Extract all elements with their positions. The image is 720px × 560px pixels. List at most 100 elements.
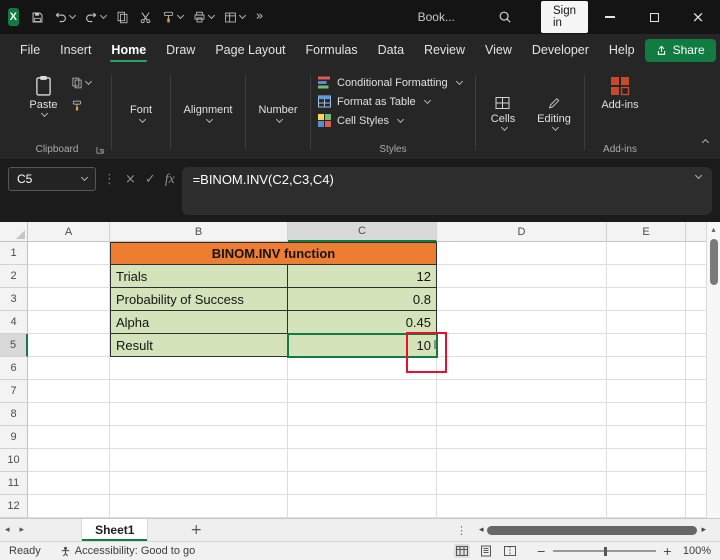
accessibility-status[interactable]: Accessibility: Good to go bbox=[60, 545, 195, 557]
normal-view-icon[interactable] bbox=[453, 544, 470, 558]
cell-B1-C1-table-title[interactable]: BINOM.INV function bbox=[110, 242, 437, 265]
tab-insert[interactable]: Insert bbox=[50, 34, 101, 66]
formula-input[interactable]: =BINOM.INV(C2,C3,C4) bbox=[181, 167, 712, 215]
row-header-1[interactable]: 1 bbox=[0, 242, 28, 265]
excel-app-icon[interactable]: X bbox=[8, 8, 19, 26]
cell-D5[interactable] bbox=[437, 334, 607, 357]
scroll-up-icon[interactable]: ▴ bbox=[711, 222, 715, 237]
column-header-E[interactable]: E bbox=[607, 222, 686, 242]
cell-D2[interactable] bbox=[437, 265, 607, 288]
tab-view[interactable]: View bbox=[475, 34, 522, 66]
add-sheet-button[interactable]: + bbox=[190, 522, 202, 538]
sheet-nav-right-icon[interactable]: ▸ bbox=[15, 525, 30, 535]
tab-review[interactable]: Review bbox=[414, 34, 475, 66]
tab-home[interactable]: Home bbox=[101, 34, 156, 66]
zoom-in-button[interactable]: + bbox=[663, 545, 672, 558]
scroll-left-icon[interactable]: ◂ bbox=[479, 525, 484, 535]
tab-developer[interactable]: Developer bbox=[522, 34, 599, 66]
sign-in-button[interactable]: Sign in bbox=[540, 1, 588, 33]
page-break-preview-icon[interactable] bbox=[502, 544, 518, 558]
zoom-slider[interactable] bbox=[552, 546, 656, 556]
cut-icon[interactable] bbox=[134, 8, 157, 27]
column-header-D[interactable]: D bbox=[437, 222, 607, 242]
cell-B5[interactable]: Result bbox=[110, 334, 288, 357]
tab-page-layout[interactable]: Page Layout bbox=[205, 34, 295, 66]
vertical-scroll-thumb[interactable] bbox=[709, 239, 718, 285]
cell-E4[interactable] bbox=[607, 311, 686, 334]
column-header-A[interactable]: A bbox=[28, 222, 110, 242]
column-header-C[interactable]: C bbox=[288, 222, 437, 242]
page-layout-view-icon[interactable] bbox=[478, 544, 494, 558]
cell-A4[interactable] bbox=[28, 311, 110, 334]
sheet-nav-left-icon[interactable]: ◂ bbox=[0, 525, 15, 535]
name-box[interactable]: C5 bbox=[8, 167, 96, 191]
format-as-table-button[interactable]: Format as Table bbox=[318, 95, 462, 108]
horizontal-scrollbar[interactable]: ⋮ ◂ ▸ bbox=[456, 524, 706, 537]
cell-D3[interactable] bbox=[437, 288, 607, 311]
row-header-5[interactable]: 5 bbox=[0, 334, 28, 357]
cell-B3[interactable]: Probability of Success bbox=[110, 288, 288, 311]
column-header-B[interactable]: B bbox=[110, 222, 288, 242]
table-tools-icon[interactable] bbox=[219, 8, 250, 27]
row-header-12[interactable]: 12 bbox=[0, 495, 28, 518]
save-icon[interactable] bbox=[26, 8, 49, 27]
zoom-out-button[interactable]: − bbox=[537, 545, 546, 558]
cancel-icon[interactable]: × bbox=[125, 172, 136, 187]
copy-small-icon[interactable] bbox=[71, 77, 92, 89]
addins-button[interactable]: Add-ins bbox=[601, 73, 639, 111]
enter-check-icon[interactable]: ✓ bbox=[145, 172, 156, 187]
row-header-11[interactable]: 11 bbox=[0, 472, 28, 495]
scroll-right-icon[interactable]: ▸ bbox=[701, 525, 706, 535]
row-header-10[interactable]: 10 bbox=[0, 449, 28, 472]
format-painter-icon[interactable] bbox=[157, 8, 188, 27]
editing-group-collapsed[interactable]: Editing bbox=[527, 66, 581, 159]
format-painter-small-icon[interactable] bbox=[71, 100, 91, 112]
cell-A5[interactable] bbox=[28, 334, 110, 357]
row-header-4[interactable]: 4 bbox=[0, 311, 28, 334]
row-header-8[interactable]: 8 bbox=[0, 403, 28, 426]
cell-A2[interactable] bbox=[28, 265, 110, 288]
splitter-dots-icon[interactable]: ⋮ bbox=[456, 524, 467, 537]
conditional-formatting-button[interactable]: Conditional Formatting bbox=[318, 76, 463, 89]
tab-help[interactable]: Help bbox=[599, 34, 645, 66]
row-header-2[interactable]: 2 bbox=[0, 265, 28, 288]
sheet-tab-sheet1[interactable]: Sheet1 bbox=[81, 519, 149, 541]
cell-B2[interactable]: Trials bbox=[110, 265, 288, 288]
more-commands-icon[interactable]: » bbox=[256, 9, 264, 24]
cell-E2[interactable] bbox=[607, 265, 686, 288]
insert-function-icon[interactable]: fx bbox=[165, 171, 175, 187]
vertical-scrollbar[interactable]: ▴ bbox=[706, 222, 720, 518]
share-button[interactable]: Share bbox=[644, 38, 716, 62]
cell-C4[interactable]: 0.45 bbox=[288, 311, 437, 334]
redo-icon[interactable] bbox=[80, 8, 111, 27]
cell-B4[interactable]: Alpha bbox=[110, 311, 288, 334]
alignment-group-collapsed[interactable]: Alignment bbox=[174, 66, 242, 159]
cell-A3[interactable] bbox=[28, 288, 110, 311]
cell-A1[interactable] bbox=[28, 242, 110, 265]
tab-formulas[interactable]: Formulas bbox=[296, 34, 368, 66]
zoom-level[interactable]: 100% bbox=[679, 545, 711, 557]
select-all-corner[interactable] bbox=[0, 222, 28, 242]
expand-formula-bar-icon[interactable] bbox=[694, 171, 703, 180]
row-header-3[interactable]: 3 bbox=[0, 288, 28, 311]
cell-E1[interactable] bbox=[607, 242, 686, 265]
cells-group-collapsed[interactable]: Cells bbox=[479, 66, 527, 159]
cell-C3[interactable]: 0.8 bbox=[288, 288, 437, 311]
row-header-7[interactable]: 7 bbox=[0, 380, 28, 403]
cell-C2[interactable]: 12 bbox=[288, 265, 437, 288]
undo-icon[interactable] bbox=[49, 8, 80, 27]
cell-D4[interactable] bbox=[437, 311, 607, 334]
cell-D1[interactable] bbox=[437, 242, 607, 265]
row-header-6[interactable]: 6 bbox=[0, 357, 28, 380]
paste-button[interactable]: Paste bbox=[23, 73, 63, 118]
cell-E3[interactable] bbox=[607, 288, 686, 311]
search-icon[interactable] bbox=[495, 7, 515, 27]
print-icon[interactable] bbox=[188, 8, 219, 27]
cell-styles-button[interactable]: Cell Styles bbox=[318, 114, 462, 127]
cell-E5[interactable] bbox=[607, 334, 686, 357]
zoom-slider-thumb[interactable] bbox=[604, 546, 608, 556]
font-group-collapsed[interactable]: Font bbox=[115, 66, 167, 159]
copy-icon[interactable] bbox=[111, 8, 134, 27]
number-group-collapsed[interactable]: Number bbox=[249, 66, 307, 159]
tab-file[interactable]: File bbox=[10, 34, 50, 66]
